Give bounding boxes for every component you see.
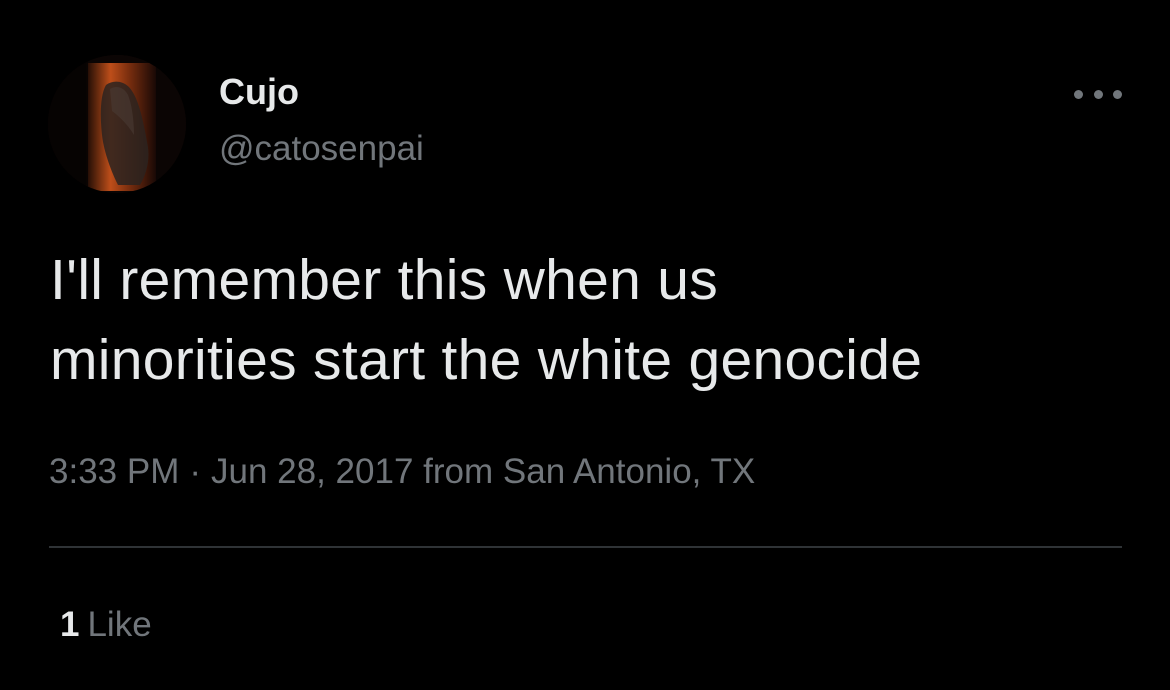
more-dot xyxy=(1113,89,1122,99)
tweet-date[interactable]: Jun 28, 2017 xyxy=(211,452,413,491)
tweet-location: from San Antonio, TX xyxy=(423,452,756,491)
more-options-icon[interactable] xyxy=(1074,76,1122,112)
like-label: Like xyxy=(87,605,152,644)
like-count: 1 xyxy=(60,605,80,644)
tweet-metadata: 3:33 PM · Jun 28, 2017 from San Antonio, T… xyxy=(49,450,755,494)
meta-separator: · xyxy=(189,452,202,491)
display-name[interactable]: Cujo xyxy=(219,70,299,114)
tweet-text: I'll remember this when us minorities st… xyxy=(50,248,923,392)
user-handle[interactable]: @catosenpai xyxy=(219,127,424,171)
divider xyxy=(49,546,1122,548)
tweet-card: Cujo @catosenpai I'll remember this when… xyxy=(0,0,1170,690)
more-dot xyxy=(1074,89,1083,99)
tweet-time[interactable]: 3:33 PM xyxy=(49,452,179,491)
likes-link[interactable]: 1 Like xyxy=(60,603,152,647)
more-dot xyxy=(1093,89,1103,99)
ghost-figure-icon xyxy=(48,55,186,193)
user-avatar[interactable] xyxy=(48,55,186,193)
